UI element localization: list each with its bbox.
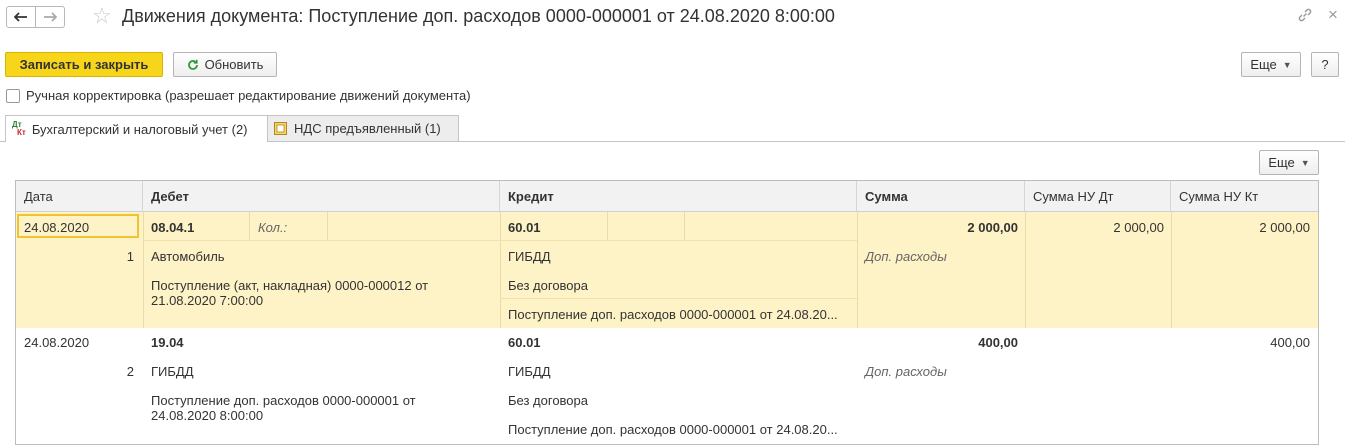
amount[interactable]: 400,00 bbox=[865, 335, 1018, 350]
tax-amount-credit[interactable]: 400,00 bbox=[1179, 335, 1310, 350]
more-button[interactable]: Еще ▼ bbox=[1241, 52, 1301, 77]
refresh-label: Обновить bbox=[204, 57, 264, 72]
chevron-down-icon: ▼ bbox=[1282, 59, 1292, 70]
tax-amount-debit[interactable]: 2 000,00 bbox=[1033, 220, 1164, 235]
window-title: Движения документа: Поступление доп. рас… bbox=[122, 6, 835, 26]
forward-button[interactable] bbox=[35, 6, 65, 28]
help-button[interactable]: ? bbox=[1311, 52, 1339, 77]
debit-account[interactable]: 08.04.1 bbox=[151, 220, 194, 235]
row-number: 1 bbox=[126, 249, 134, 264]
tab-vat[interactable]: НДС предъявленный (1) bbox=[267, 115, 459, 141]
credit-subconto-3[interactable]: Поступление доп. расходов 0000-000001 от… bbox=[508, 307, 838, 322]
save-and-close-button[interactable]: Записать и закрыть bbox=[5, 52, 163, 77]
credit-subconto-1[interactable]: ГИБДД bbox=[508, 364, 551, 379]
amount-note: Доп. расходы bbox=[865, 364, 947, 379]
close-icon[interactable]: × bbox=[1328, 5, 1338, 25]
column-header-credit[interactable]: Кредит bbox=[500, 181, 857, 212]
column-header-date[interactable]: Дата bbox=[16, 181, 143, 212]
debit-subconto-2[interactable]: Поступление (акт, накладная) 0000-000012… bbox=[151, 278, 451, 308]
column-header-tax-debit[interactable]: Сумма НУ Дт bbox=[1025, 181, 1171, 212]
arrow-right-icon bbox=[44, 12, 57, 22]
credit-subconto-2[interactable]: Без договора bbox=[508, 393, 588, 408]
refresh-icon bbox=[187, 59, 198, 70]
credit-account[interactable]: 60.01 bbox=[508, 335, 541, 350]
debit-credit-icon: Дт Кт bbox=[12, 120, 26, 137]
amount[interactable]: 2 000,00 bbox=[865, 220, 1018, 235]
amount-note: Доп. расходы bbox=[865, 249, 947, 264]
debit-subconto-1[interactable]: Автомобиль bbox=[151, 249, 225, 264]
table-more-label: Еще bbox=[1268, 155, 1295, 170]
debit-quantity-label: Кол.: bbox=[258, 220, 288, 235]
column-header-amount[interactable]: Сумма bbox=[857, 181, 1025, 212]
column-header-tax-credit[interactable]: Сумма НУ Кт bbox=[1171, 181, 1318, 212]
tax-amount-credit[interactable]: 2 000,00 bbox=[1179, 220, 1310, 235]
postings-table[interactable]: Дата Дебет Кредит Сумма Сумма НУ Дт Сумм… bbox=[15, 180, 1319, 445]
favorite-star-icon[interactable]: ☆ bbox=[92, 3, 112, 29]
row-number: 2 bbox=[126, 364, 134, 379]
tab-accounting[interactable]: Дт Кт Бухгалтерский и налоговый учет (2) bbox=[5, 115, 268, 142]
table-more-button[interactable]: Еще ▼ bbox=[1259, 150, 1319, 175]
link-icon[interactable] bbox=[1297, 7, 1313, 28]
tab-accounting-label: Бухгалтерский и налоговый учет (2) bbox=[31, 121, 248, 137]
credit-subconto-3[interactable]: Поступление доп. расходов 0000-000001 от… bbox=[508, 422, 838, 437]
manual-correction-checkbox[interactable] bbox=[6, 89, 20, 103]
credit-subconto-2[interactable]: Без договора bbox=[508, 278, 588, 293]
back-button[interactable] bbox=[6, 6, 36, 28]
refresh-button[interactable]: Обновить bbox=[173, 52, 277, 77]
more-label: Еще bbox=[1250, 57, 1277, 72]
credit-account[interactable]: 60.01 bbox=[508, 220, 541, 235]
credit-subconto-1[interactable]: ГИБДД bbox=[508, 249, 551, 264]
column-header-debit[interactable]: Дебет bbox=[143, 181, 500, 212]
debit-subconto-2[interactable]: Поступление доп. расходов 0000-000001 от… bbox=[151, 393, 451, 423]
manual-correction-label: Ручная корректировка (разрешает редактир… bbox=[26, 88, 471, 103]
arrow-left-icon bbox=[14, 12, 27, 22]
register-icon bbox=[274, 122, 287, 135]
tab-vat-label: НДС предъявленный (1) bbox=[294, 121, 441, 136]
row-date[interactable]: 24.08.2020 bbox=[24, 335, 89, 350]
chevron-down-icon: ▼ bbox=[1300, 157, 1310, 168]
row-date[interactable]: 24.08.2020 bbox=[24, 220, 89, 235]
debit-subconto-1[interactable]: ГИБДД bbox=[151, 364, 194, 379]
debit-account[interactable]: 19.04 bbox=[151, 335, 184, 350]
